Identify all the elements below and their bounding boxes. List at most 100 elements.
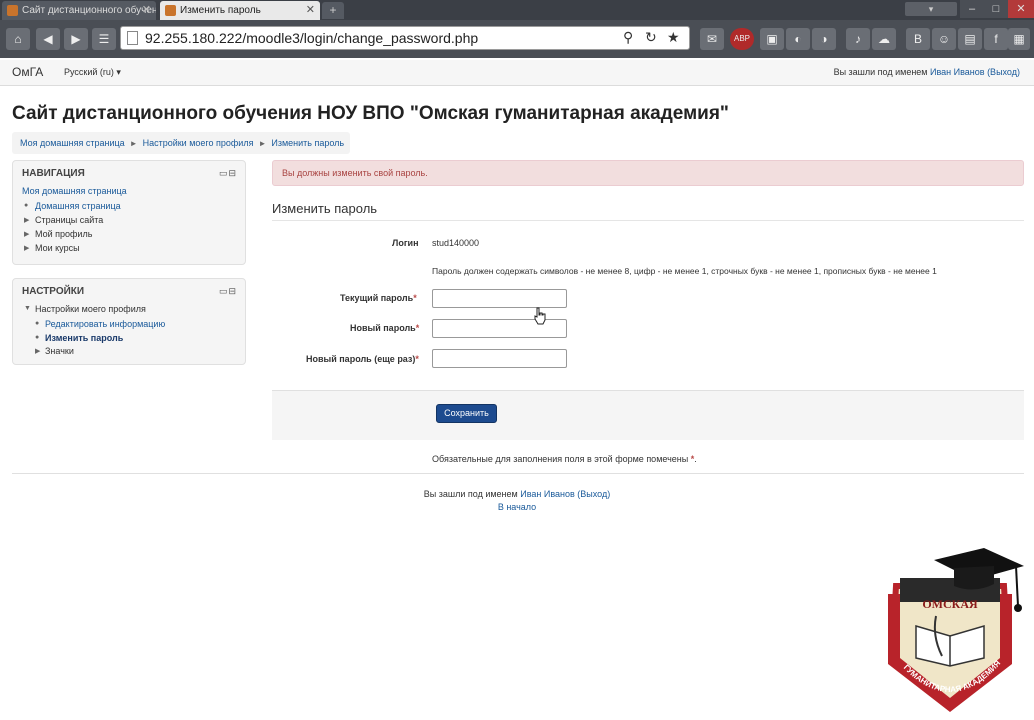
moodle-navbar: ОмГА Русский (ru) ▾ Вы зашли под именем … [0,60,1034,86]
bullet-icon: ● [35,320,40,327]
footer-login-prefix: Вы зашли под именем [423,489,518,499]
required-note-text: Обязательные для заполнения поля в этой … [432,454,689,464]
block-title: НАСТРОЙКИ [22,286,85,297]
required-fields-note: Обязательные для заполнения поля в этой … [432,454,697,464]
form-title: Изменить пароль [272,201,378,216]
close-icon[interactable]: ✕ [142,1,151,20]
browser-tab-bar: Сайт дистанционного обучения ✕ Изменить … [0,0,1034,20]
block-dock-icon[interactable]: ▭⊟ [219,168,237,179]
block-title: НАВИГАЦИЯ [22,168,85,179]
nav-site-pages[interactable]: Страницы сайта [35,215,103,225]
star-icon[interactable]: ★ [667,29,680,46]
footer-login-info: Вы зашли под именем Иван Иванов (Выход) [0,489,1034,499]
footer-logout-link[interactable]: (Выход) [577,489,610,499]
alert-message: Вы должны изменить свой пароль. [272,160,1024,186]
nav-my-profile[interactable]: Мой профиль [35,229,92,239]
repeat-password-input[interactable] [432,349,567,368]
vk-icon[interactable]: B [906,28,930,50]
extension-icon[interactable]: ◑ [812,28,836,50]
close-window-icon[interactable]: ✕ [1008,0,1034,18]
current-password-label-text: Текущий пароль [340,293,414,303]
extension-icon[interactable]: ▤ [958,28,982,50]
breadcrumb-home-link[interactable]: Моя домашняя страница [20,138,125,148]
reload-icon[interactable]: ↻ [645,29,657,46]
current-password-input[interactable] [432,289,567,308]
bullet-icon: ● [35,334,40,341]
browser-tab-change-password[interactable]: Изменить пароль ✕ [160,1,320,20]
login-label-text: Логин [392,238,419,248]
nav-my-home-link[interactable]: Моя домашняя страница [22,186,127,196]
settings-block: НАСТРОЙКИ ▭⊟ ▼ Настройки моего профиля ●… [12,278,246,365]
footer-home-link[interactable]: В начало [498,502,536,512]
extension-icon[interactable]: ☁ [872,28,896,50]
home-icon[interactable]: ⌂ [6,28,30,50]
repeat-password-label: Новый пароль (еще раз)* [306,354,419,364]
save-button[interactable]: Сохранить [436,404,497,423]
required-mark: * [690,454,695,464]
browser-tab-site[interactable]: Сайт дистанционного обучения ✕ [2,1,156,20]
password-policy-text: Пароль должен содержать символов - не ме… [432,266,937,276]
breadcrumb-separator-icon: ► [129,139,138,148]
current-password-label: Текущий пароль* [340,293,417,303]
extension-icon[interactable]: ☺ [932,28,956,50]
music-icon[interactable]: ♪ [846,28,870,50]
required-mark: * [415,323,420,333]
expand-arrow-icon[interactable]: ▶ [35,347,40,355]
nav-my-courses[interactable]: Мои курсы [35,243,80,253]
login-label: Логин [392,238,419,248]
forward-icon[interactable]: ▶ [64,28,88,50]
breadcrumb-profile-settings-link[interactable]: Настройки моего профиля [143,138,254,148]
settings-edit-info-link[interactable]: Редактировать информацию [45,319,165,329]
bullet-icon: ● [24,202,29,209]
language-label: Русский (ru) [64,67,114,77]
brand-link[interactable]: ОмГА [12,65,43,79]
hand-cursor-icon [534,307,546,325]
user-profile-link[interactable]: Иван Иванов [930,67,985,77]
search-icon[interactable]: ⚲ [623,29,633,46]
extension-icon[interactable]: ◐ [786,28,810,50]
divider [272,220,1024,221]
favicon-icon [165,5,176,16]
browser-profile-button[interactable]: ▾ [905,2,957,16]
alert-text: Вы должны изменить свой пароль. [282,168,428,178]
settings-badges[interactable]: Значки [45,346,74,356]
tab-label: Изменить пароль [180,5,261,16]
collapse-arrow-icon[interactable]: ▼ [24,305,31,312]
settings-change-password-link[interactable]: Изменить пароль [45,333,123,343]
nav-site-home-link[interactable]: Домашняя страница [35,201,121,211]
back-icon[interactable]: ◀ [36,28,60,50]
divider [12,473,1024,474]
extension-icon[interactable]: ▣ [760,28,784,50]
repeat-password-label-text: Новый пароль (еще раз) [306,354,416,364]
required-mark: * [413,293,417,303]
logout-link[interactable]: (Выход) [987,67,1020,77]
facebook-icon[interactable]: f [984,28,1008,50]
new-password-label: Новый пароль* [350,323,419,333]
language-menu[interactable]: Русский (ru) ▾ [64,67,121,78]
bookmarks-icon[interactable]: ☰ [92,28,116,50]
page-title: Сайт дистанционного обучения НОУ ВПО "Ом… [12,103,729,124]
breadcrumb: Моя домашняя страница ► Настройки моего пр… [12,132,350,154]
footer-user-link[interactable]: Иван Иванов [520,489,575,499]
settings-profile-group[interactable]: Настройки моего профиля [35,304,146,314]
expand-arrow-icon[interactable]: ▶ [24,230,29,238]
url-text[interactable]: 92.255.180.222/moodle3/login/change_pass… [145,30,478,46]
new-tab-button[interactable]: + [322,2,344,19]
academy-emblem-logo: ОМСКАЯ ГУМАНИТАРНАЯ АКАДЕМИЯ [888,548,1024,712]
close-icon[interactable]: ✕ [306,1,315,20]
adblock-icon[interactable]: ABP [730,28,754,50]
tab-label: Сайт дистанционного обучения [22,5,156,16]
extension-icon[interactable]: ▦ [1008,28,1030,50]
page-icon [127,31,138,45]
caret-down-icon: ▾ [116,67,121,77]
expand-arrow-icon[interactable]: ▶ [24,244,29,252]
block-dock-icon[interactable]: ▭⊟ [219,286,237,297]
navigation-block: НАВИГАЦИЯ ▭⊟ Моя домашняя страница ● Дом… [12,160,246,265]
address-bar[interactable]: 92.255.180.222/moodle3/login/change_pass… [120,26,690,50]
minimize-icon[interactable]: – [960,0,984,18]
maximize-icon[interactable]: □ [984,0,1008,18]
extension-mail-icon[interactable]: ✉ [700,28,724,50]
breadcrumb-change-password-link[interactable]: Изменить пароль [271,138,344,148]
expand-arrow-icon[interactable]: ▶ [24,216,29,224]
login-value: stud140000 [432,238,480,248]
